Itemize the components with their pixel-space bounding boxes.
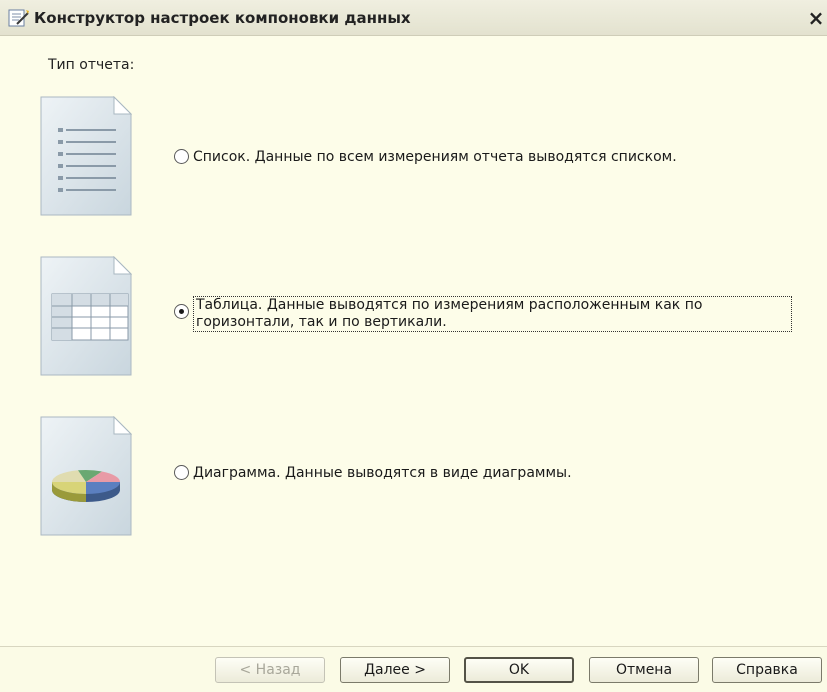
next-button[interactable]: Далее >	[340, 657, 450, 683]
list-doc-icon	[40, 96, 132, 216]
window-titlebar: Конструктор настроек компоновки данных ×	[0, 0, 827, 36]
window-title: Конструктор настроек компоновки данных	[34, 9, 411, 27]
chart-doc-icon	[40, 416, 132, 536]
back-button[interactable]: < Назад	[215, 657, 325, 683]
help-button[interactable]: Справка	[712, 657, 822, 683]
option-chart-label[interactable]: Диаграмма. Данные выводятся в виде диагр…	[193, 465, 572, 482]
radio-table[interactable]	[174, 304, 189, 319]
option-list[interactable]: Список. Данные по всем измерениям отчета…	[174, 149, 677, 166]
constructor-wand-icon	[8, 9, 29, 27]
close-button[interactable]: ×	[806, 6, 826, 30]
ok-button[interactable]: OK	[464, 657, 574, 683]
table-doc-icon	[40, 256, 132, 376]
wizard-content: Тип отчета: Список. Данные по всем измер…	[0, 36, 827, 646]
wizard-footer: < Назад Далее > OK Отмена Справка	[0, 646, 827, 692]
radio-list[interactable]	[174, 149, 189, 164]
option-table[interactable]: Таблица. Данные выводятся по измерениям …	[174, 296, 792, 332]
option-table-label[interactable]: Таблица. Данные выводятся по измерениям …	[193, 296, 792, 332]
report-type-label: Тип отчета:	[48, 57, 135, 73]
cancel-button[interactable]: Отмена	[589, 657, 699, 683]
radio-chart[interactable]	[174, 465, 189, 480]
option-list-label[interactable]: Список. Данные по всем измерениям отчета…	[193, 149, 677, 166]
option-chart[interactable]: Диаграмма. Данные выводятся в виде диагр…	[174, 465, 572, 482]
